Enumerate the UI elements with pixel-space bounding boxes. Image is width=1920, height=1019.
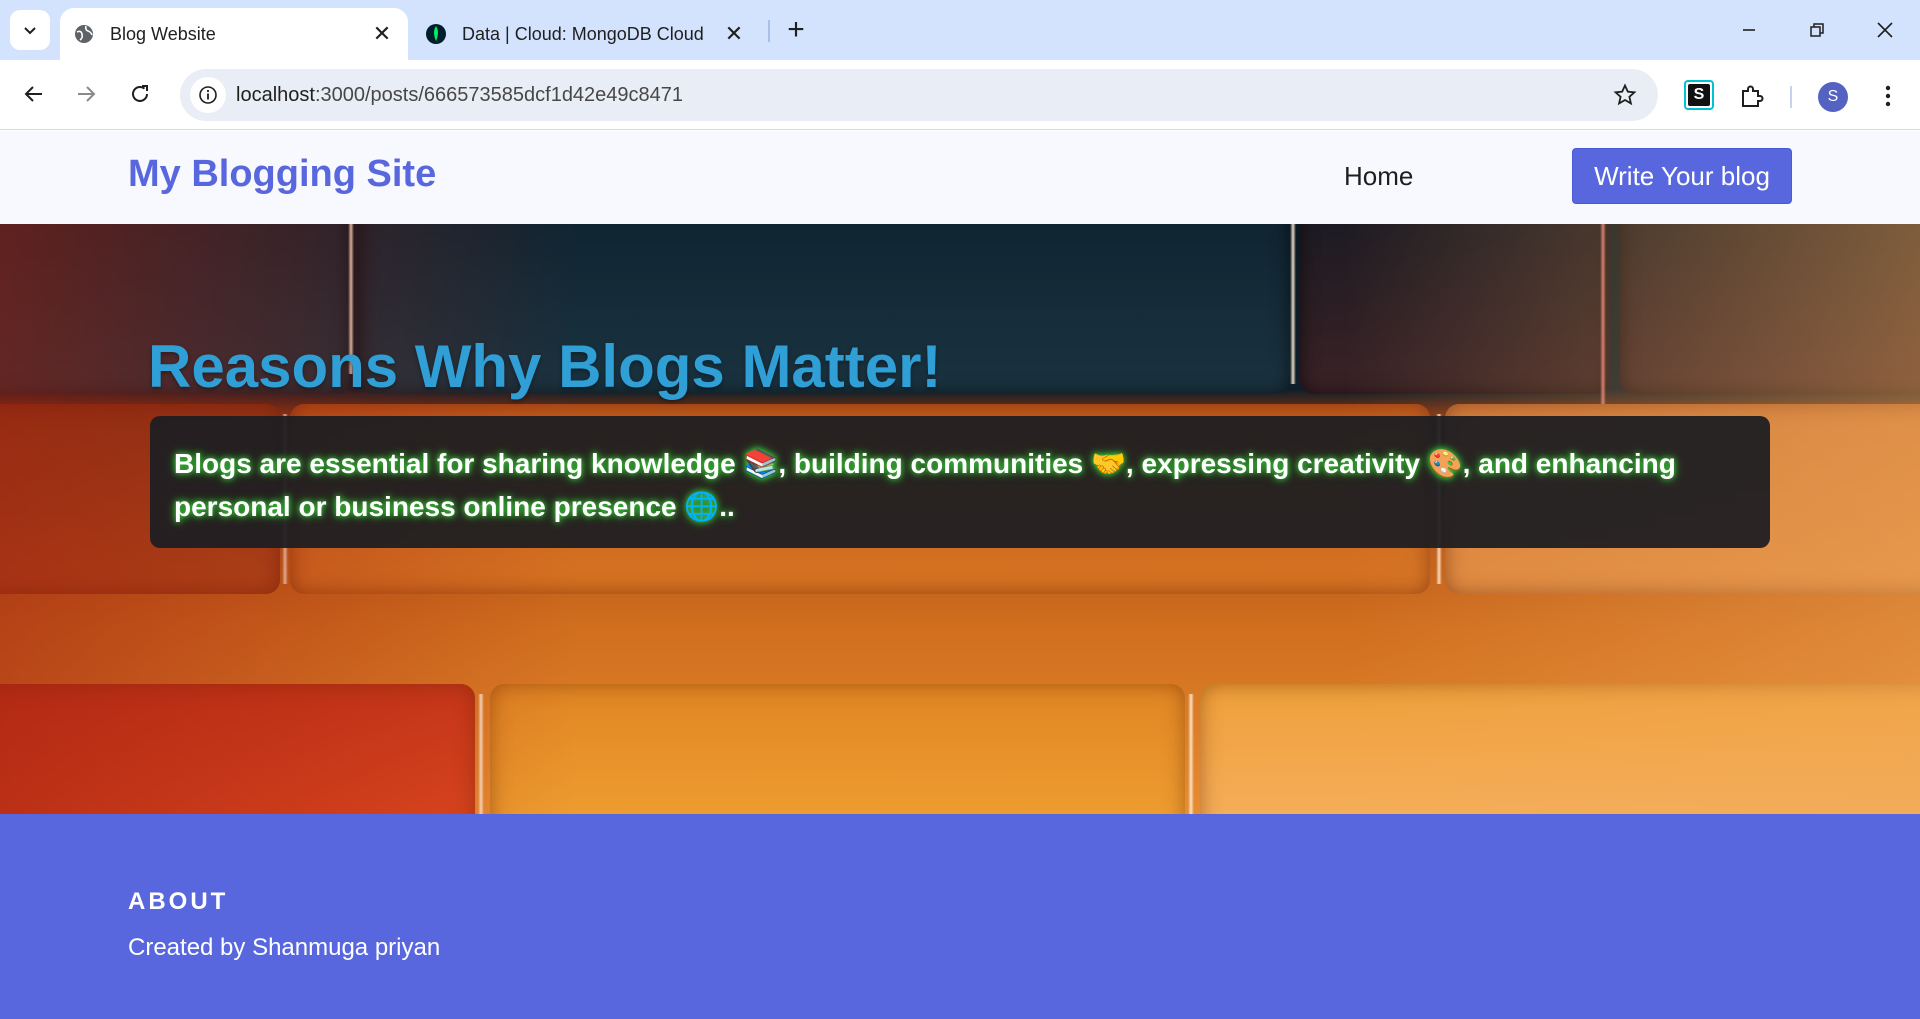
extensions-button[interactable]	[1734, 78, 1770, 114]
post-title: Reasons Why Blogs Matter!	[148, 333, 942, 400]
tab-separator	[768, 20, 770, 42]
restore-icon	[1810, 23, 1824, 37]
new-tab-button[interactable]: +	[778, 12, 814, 48]
site-header: My Blogging Site Home Write Your blog	[0, 131, 1920, 224]
browser-toolbar: localhost:3000/posts/666573585dcf1d42e49…	[0, 60, 1920, 130]
post-body: Blogs are essential for sharing knowledg…	[174, 448, 1676, 522]
close-icon	[1877, 22, 1893, 38]
minimize-button[interactable]	[1714, 0, 1784, 60]
tab-title: Data | Cloud: MongoDB Cloud	[462, 23, 704, 44]
site-brand-link[interactable]: My Blogging Site	[128, 153, 436, 196]
close-tab-icon[interactable]: ✕	[720, 20, 748, 48]
url-host: localhost	[236, 84, 315, 106]
close-window-button[interactable]	[1850, 0, 1920, 60]
restore-button[interactable]	[1782, 0, 1852, 60]
extension-s-icon: S	[1688, 84, 1710, 106]
close-tab-icon[interactable]: ✕	[368, 20, 396, 48]
back-button[interactable]	[12, 72, 56, 116]
bookmark-star-button[interactable]	[1610, 80, 1640, 110]
profile-avatar[interactable]: S	[1818, 82, 1848, 112]
footer-about-text: Created by Shanmuga priyan	[128, 934, 441, 961]
star-icon	[1613, 83, 1637, 106]
browser-menu-button[interactable]	[1870, 78, 1906, 114]
globe-icon	[72, 22, 96, 46]
reload-button[interactable]	[118, 72, 162, 116]
url-path: :3000/posts/666573585dcf1d42e49c8471	[314, 84, 684, 106]
footer-about-heading: ABOUT	[128, 888, 229, 915]
minimize-icon	[1743, 29, 1755, 31]
nav-home-link[interactable]: Home	[1344, 161, 1413, 192]
more-vertical-icon	[1885, 85, 1891, 107]
site-footer: ABOUT Created by Shanmuga priyan	[0, 814, 1920, 1019]
post-hero: Reasons Why Blogs Matter! Blogs are esse…	[0, 224, 1920, 814]
tab-title: Blog Website	[110, 23, 216, 44]
arrow-left-icon	[24, 86, 42, 102]
puzzle-icon	[1742, 85, 1764, 107]
post-content-card: Blogs are essential for sharing knowledg…	[150, 416, 1770, 548]
extension-s-button[interactable]: S	[1684, 80, 1714, 110]
site-info-button[interactable]	[190, 77, 226, 113]
chevron-down-icon	[24, 27, 36, 35]
forward-button[interactable]	[64, 72, 108, 116]
reload-icon	[132, 85, 148, 102]
tab-blog-website[interactable]: Blog Website ✕	[60, 8, 408, 60]
write-blog-button[interactable]: Write Your blog	[1572, 148, 1792, 204]
tab-search-button[interactable]	[10, 10, 50, 50]
info-icon	[199, 86, 217, 104]
tab-mongodb-cloud[interactable]: Data | Cloud: MongoDB Cloud ✕	[412, 8, 760, 60]
mongodb-leaf-icon	[424, 22, 448, 46]
toolbar-separator	[1790, 86, 1792, 108]
browser-tab-strip: Blog Website ✕ Data | Cloud: MongoDB Clo…	[0, 0, 1920, 60]
arrow-right-icon	[78, 86, 96, 102]
url-text[interactable]: localhost:3000/posts/666573585dcf1d42e49…	[236, 84, 683, 107]
address-bar[interactable]: localhost:3000/posts/666573585dcf1d42e49…	[180, 69, 1658, 121]
